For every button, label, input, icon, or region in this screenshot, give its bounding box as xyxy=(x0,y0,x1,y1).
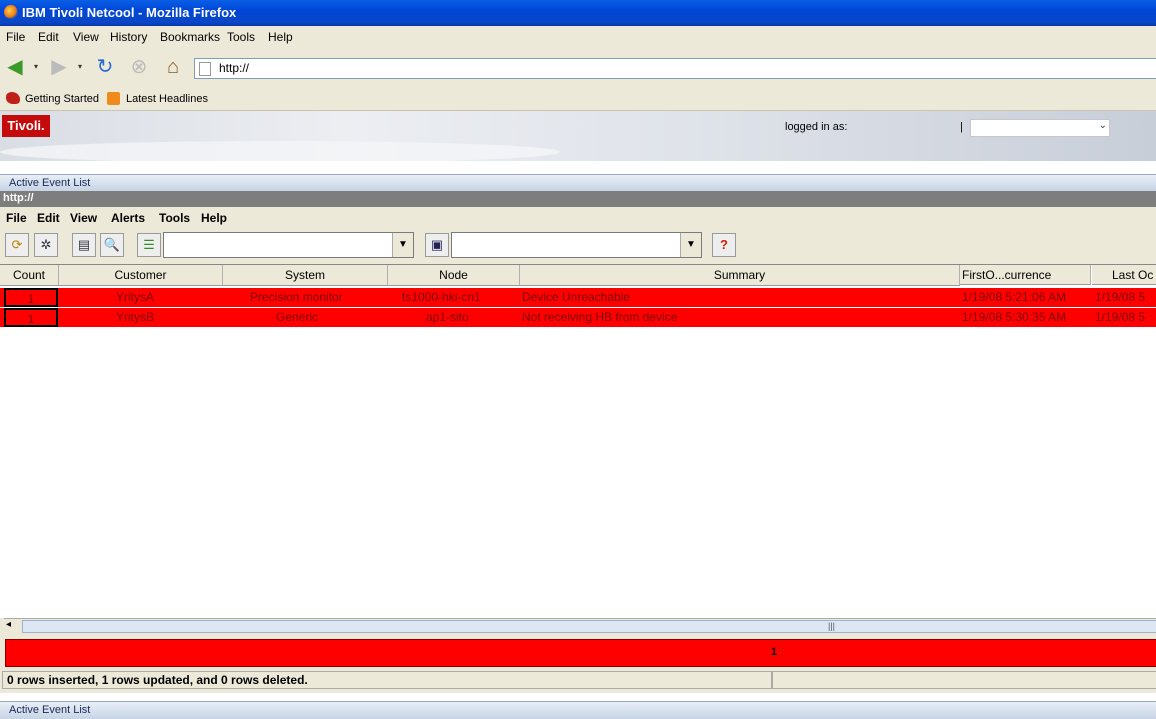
table-row[interactable]: 1 YritysA Precision monitor ts1000-hki-c… xyxy=(0,288,1156,307)
col-summary[interactable]: Summary xyxy=(520,265,960,286)
menu-help[interactable]: Help xyxy=(268,30,293,44)
getting-started-icon xyxy=(6,92,20,104)
bottom-active-event-list-tab[interactable]: Active Event List xyxy=(0,701,1156,719)
col-first-occurrence[interactable]: FirstO...currence xyxy=(960,265,1091,285)
bottom-tab-label: Active Event List xyxy=(9,704,91,716)
applet-menu-view[interactable]: View xyxy=(70,211,97,225)
tivoli-logo: Tivoli. xyxy=(2,115,50,137)
applet-url-strip: http:// xyxy=(0,191,1156,207)
banner-swoosh xyxy=(0,141,560,163)
menu-history[interactable]: History xyxy=(110,30,147,44)
col-system[interactable]: System xyxy=(223,265,388,286)
cell-node: ts1000-hki-cn1 xyxy=(402,290,481,304)
url-text: http:// xyxy=(219,61,250,75)
navigation-toolbar: ◀ ▾ ▶ ▾ ↻ ⊗ ⌂ http:// xyxy=(0,48,1156,88)
url-input[interactable]: http:// xyxy=(194,58,1156,79)
menu-file[interactable]: File xyxy=(6,30,25,44)
bookmark-latest-headlines[interactable]: Latest Headlines xyxy=(126,93,208,105)
window-title: IBM Tivoli Netcool - Mozilla Firefox xyxy=(22,5,237,20)
forward-dropdown-icon[interactable]: ▾ xyxy=(74,54,86,80)
col-node[interactable]: Node xyxy=(388,265,520,286)
rss-icon xyxy=(107,92,120,105)
cell-last-occurrence: 1/19/08 5 xyxy=(1095,290,1146,304)
help-icon[interactable]: ? xyxy=(712,233,736,257)
cell-count: 1 xyxy=(4,288,58,307)
critical-count: 1 xyxy=(771,646,778,658)
view-dropdown-icon[interactable]: ▼ xyxy=(680,233,701,257)
applet-url: http:// xyxy=(3,192,34,204)
cell-last-occurrence: 1/19/08 5 xyxy=(1095,310,1146,324)
home-icon[interactable]: ⌂ xyxy=(160,54,186,80)
banner-spacer xyxy=(0,161,1156,173)
cell-customer: YritysA xyxy=(116,290,155,304)
menu-bookmarks[interactable]: Bookmarks xyxy=(160,30,220,44)
refresh-icon[interactable]: ⟳ xyxy=(5,233,29,257)
cell-summary: Not receiving HB from device xyxy=(522,310,678,324)
scroll-thumb[interactable]: ||| xyxy=(22,620,1156,633)
back-dropdown-icon[interactable]: ▾ xyxy=(30,54,42,80)
menu-view[interactable]: View xyxy=(73,30,99,44)
horizontal-scrollbar[interactable]: ◂ ||| xyxy=(4,618,1156,633)
table-row[interactable]: 1 YritysB Generic ap1-sito Not receiving… xyxy=(0,308,1156,327)
tab-label: Active Event List xyxy=(9,177,91,189)
view-select[interactable]: ▼ xyxy=(451,232,702,258)
filter-dropdown-icon[interactable]: ▼ xyxy=(392,233,413,257)
menu-edit[interactable]: Edit xyxy=(38,30,59,44)
filter-select[interactable]: ▼ xyxy=(163,232,414,258)
bookmark-getting-started[interactable]: Getting Started xyxy=(25,93,99,105)
severity-summary-bar[interactable]: 1 xyxy=(5,639,1156,667)
applet-menu-help[interactable]: Help xyxy=(201,211,227,225)
col-last-occurrence[interactable]: Last Oc xyxy=(1092,265,1156,285)
find-icon[interactable]: 🔍 xyxy=(100,233,124,257)
status-panel xyxy=(772,671,1156,689)
separator: | xyxy=(960,121,963,133)
stop-icon[interactable]: ⊗ xyxy=(126,54,152,80)
cell-summary: Device Unreachable xyxy=(522,290,631,304)
applet-menu-alerts[interactable]: Alerts xyxy=(111,211,145,225)
status-message: 0 rows inserted, 1 rows updated, and 0 r… xyxy=(2,671,772,689)
cell-first-occurrence: 1/19/08 5:21:06 AM xyxy=(962,290,1067,304)
menu-tools[interactable]: Tools xyxy=(227,30,255,44)
back-icon[interactable]: ◀ xyxy=(2,54,28,80)
user-select[interactable]: ⌄ xyxy=(970,119,1110,137)
logged-in-label: logged in as: xyxy=(785,121,848,133)
applet-menu-edit[interactable]: Edit xyxy=(37,211,60,225)
cell-system: Precision monitor xyxy=(250,290,343,304)
col-count[interactable]: Count xyxy=(0,265,59,286)
forward-icon[interactable]: ▶ xyxy=(46,54,72,80)
page-icon xyxy=(199,62,211,76)
reload-icon[interactable]: ↻ xyxy=(92,54,118,80)
filter-builder-icon[interactable]: ✲ xyxy=(34,233,58,257)
cell-first-occurrence: 1/19/08 5:30:35 AM xyxy=(962,310,1067,324)
browser-menu-bar: File Edit View History Bookmarks Tools H… xyxy=(0,26,1156,48)
bookmarks-toolbar: Getting Started Latest Headlines xyxy=(0,88,1156,111)
view-icon[interactable]: ▣ xyxy=(425,233,449,257)
status-bar: 0 rows inserted, 1 rows updated, and 0 r… xyxy=(0,669,1156,689)
scroll-grip-icon: ||| xyxy=(828,621,836,631)
chevron-down-icon: ⌄ xyxy=(1098,120,1107,131)
event-table: Count Customer System Node Summary First… xyxy=(0,264,1156,618)
col-customer[interactable]: Customer xyxy=(59,265,223,286)
window-title-bar: IBM Tivoli Netcool - Mozilla Firefox xyxy=(0,0,1156,26)
applet-menu-tools[interactable]: Tools xyxy=(159,211,190,225)
scroll-left-icon[interactable]: ◂ xyxy=(6,619,11,630)
applet-menu-file[interactable]: File xyxy=(6,211,27,225)
tivoli-banner: Tivoli. logged in as: | ⌄ xyxy=(0,111,1156,163)
active-event-list-tab[interactable]: Active Event List xyxy=(0,174,1156,191)
cell-count: 1 xyxy=(4,308,58,327)
cell-node: ap1-sito xyxy=(426,310,469,324)
cell-customer: YritysB xyxy=(116,310,155,324)
event-list-applet: File Edit View Alerts Tools Help ⟳ ✲ ▤ 🔍… xyxy=(0,207,1156,693)
cell-system: Generic xyxy=(276,310,319,324)
filter-icon[interactable]: ☰ xyxy=(137,233,161,257)
view-builder-icon[interactable]: ▤ xyxy=(72,233,96,257)
firefox-icon xyxy=(4,5,18,19)
